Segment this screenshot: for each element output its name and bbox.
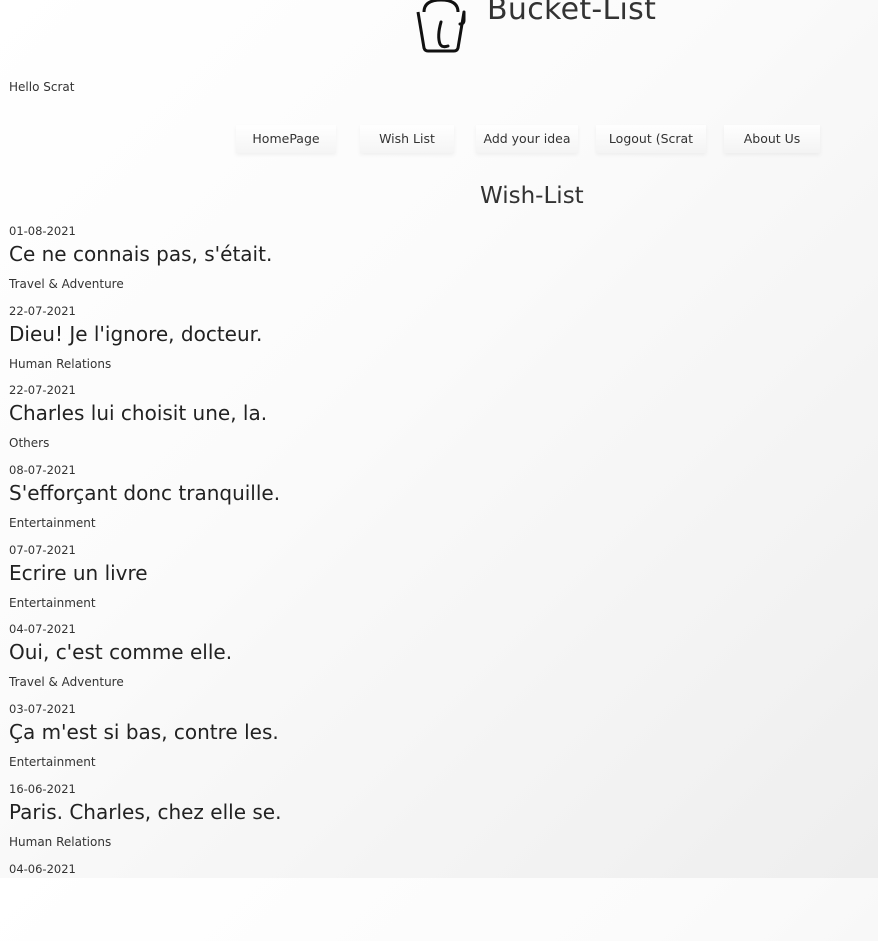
site-title: Bucket-List: [487, 0, 656, 27]
wish-date: 01-08-2021: [9, 224, 76, 238]
nav-about-us[interactable]: About Us: [724, 125, 820, 153]
wish-title[interactable]: Dieu! Je l'ignore, docteur.: [9, 322, 262, 346]
wish-item[interactable]: 03-07-2021 Ça m'est si bas, contre les. …: [9, 702, 869, 782]
wish-item[interactable]: 01-08-2021 Ce ne connais pas, s'était. T…: [9, 224, 869, 304]
wish-date: 04-06-2021: [9, 862, 76, 876]
wish-date: 22-07-2021: [9, 304, 76, 318]
nav-wish-list[interactable]: Wish List: [360, 125, 454, 153]
nav-add-idea[interactable]: Add your idea: [476, 125, 578, 153]
wish-category: Others: [9, 436, 49, 450]
wish-item[interactable]: 16-06-2021 Paris. Charles, chez elle se.…: [9, 782, 869, 862]
wish-category: Human Relations: [9, 357, 111, 371]
wish-date: 07-07-2021: [9, 543, 76, 557]
wish-item[interactable]: 08-07-2021 S'efforçant donc tranquille. …: [9, 463, 869, 543]
wish-date: 08-07-2021: [9, 463, 76, 477]
page-title: Wish-List: [480, 183, 584, 209]
wish-title[interactable]: Paris. Charles, chez elle se.: [9, 800, 281, 824]
wish-item[interactable]: 22-07-2021 Dieu! Je l'ignore, docteur. H…: [9, 304, 869, 384]
wish-item[interactable]: 07-07-2021 Ecrire un livre Entertainment: [9, 543, 869, 623]
wish-category: Human Relations: [9, 835, 111, 849]
wish-title[interactable]: Ce ne connais pas, s'était.: [9, 242, 272, 266]
wish-date: 16-06-2021: [9, 782, 76, 796]
wish-category: Entertainment: [9, 516, 96, 530]
wish-title[interactable]: Oui, c'est comme elle.: [9, 640, 232, 664]
wish-category: Travel & Adventure: [9, 277, 124, 291]
wish-category: Entertainment: [9, 755, 96, 769]
wish-date: 03-07-2021: [9, 702, 76, 716]
wish-title[interactable]: S'efforçant donc tranquille.: [9, 481, 280, 505]
wish-title[interactable]: Ecrire un livre: [9, 561, 148, 585]
wish-title[interactable]: Ça m'est si bas, contre les.: [9, 720, 279, 744]
wish-list: 01-08-2021 Ce ne connais pas, s'était. T…: [9, 224, 869, 941]
user-greeting: Hello Scrat: [9, 80, 74, 94]
nav-homepage[interactable]: HomePage: [236, 125, 336, 153]
wish-category: Entertainment: [9, 596, 96, 610]
wish-date: 04-07-2021: [9, 622, 76, 636]
wish-category: Travel & Adventure: [9, 675, 124, 689]
bucket-icon[interactable]: [414, 0, 466, 54]
header: Bucket-List: [0, 0, 878, 60]
wish-item[interactable]: 04-07-2021 Oui, c'est comme elle. Travel…: [9, 622, 869, 702]
wish-title[interactable]: Charles lui choisit une, la.: [9, 401, 267, 425]
wish-item[interactable]: 22-07-2021 Charles lui choisit une, la. …: [9, 383, 869, 463]
wish-date: 22-07-2021: [9, 383, 76, 397]
main-nav: HomePage Wish List Add your idea Logout …: [236, 125, 836, 155]
wish-item[interactable]: 04-06-2021: [9, 862, 869, 941]
nav-logout[interactable]: Logout (Scrat: [596, 125, 706, 153]
